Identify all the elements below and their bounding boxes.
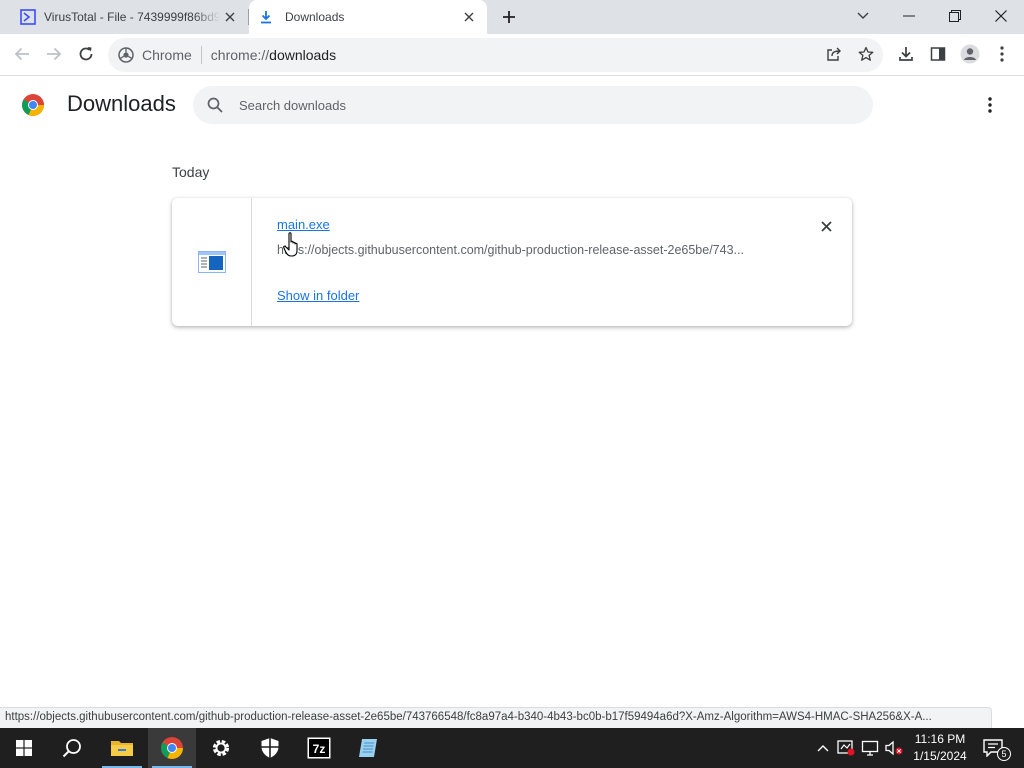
side-panel-icon: [930, 46, 946, 62]
back-arrow-icon: [14, 46, 30, 62]
share-button[interactable]: [819, 39, 849, 69]
clock-time: 11:16 PM: [914, 732, 966, 746]
security-alert-icon: [837, 740, 855, 756]
system-tray: 11:16 PM 1/15/2024 5: [0, 728, 1024, 768]
search-input[interactable]: [239, 97, 839, 113]
omnibox-divider: [200, 46, 202, 64]
tab-title: Downloads: [285, 10, 345, 24]
reload-button[interactable]: [71, 39, 101, 69]
chrome-logo-icon: [21, 93, 45, 117]
back-button[interactable]: [7, 39, 37, 69]
show-hidden-icons-button[interactable]: [813, 738, 833, 758]
new-tab-button[interactable]: [499, 7, 519, 27]
bookmark-button[interactable]: [851, 39, 881, 69]
forward-arrow-icon: [46, 46, 62, 62]
search-icon: [207, 97, 223, 113]
close-window-button[interactable]: [978, 0, 1024, 32]
notifications-icon: 5: [983, 739, 1011, 761]
close-tab-icon[interactable]: [222, 9, 238, 25]
tab-title: VirusTotal - File - 7439999f86bd9: [44, 10, 220, 24]
windows-taskbar: 7z 11:16 PM 1/15/2024 5: [0, 728, 1024, 768]
network-icon: [861, 740, 879, 756]
show-in-folder-link[interactable]: Show in folder: [277, 288, 359, 303]
downloads-menu-button[interactable]: [978, 93, 1002, 117]
downloads-header: Downloads: [0, 77, 1024, 133]
close-icon: [995, 10, 1007, 22]
download-icon: [898, 46, 914, 62]
link-status-bubble: https://objects.githubusercontent.com/gi…: [0, 707, 992, 728]
file-icon-area: [172, 198, 252, 326]
notification-count-badge: 5: [997, 747, 1011, 761]
close-icon: [820, 220, 832, 232]
minimize-button[interactable]: [886, 0, 932, 32]
chrome-menu-button[interactable]: [987, 39, 1017, 69]
page-title: Downloads: [67, 91, 176, 116]
url-host: downloads: [269, 47, 337, 63]
executable-file-icon: [197, 251, 226, 273]
chevron-up-icon: [817, 744, 829, 752]
side-panel-button[interactable]: [923, 39, 953, 69]
volume-tray-icon[interactable]: [884, 738, 904, 758]
download-item-card: main.exe https://objects.githubuserconte…: [172, 198, 852, 326]
tab-downloads[interactable]: Downloads: [249, 0, 487, 34]
more-vert-icon: [988, 97, 992, 113]
reload-icon: [78, 46, 94, 62]
url-scheme: chrome://: [210, 47, 270, 63]
chrome-site-icon: [118, 47, 134, 63]
volume-muted-icon: [884, 740, 904, 756]
forward-button[interactable]: [39, 39, 69, 69]
address-bar[interactable]: Chrome chrome://downloads: [108, 38, 883, 72]
chevron-down-icon: [857, 12, 869, 20]
download-favicon-icon: [259, 10, 273, 24]
more-vert-icon: [1000, 46, 1004, 62]
virustotal-favicon-icon: [20, 9, 36, 25]
restore-button[interactable]: [932, 0, 978, 32]
download-source-url: https://objects.githubusercontent.com/gi…: [277, 243, 744, 257]
minimize-icon: [903, 15, 915, 17]
hand-cursor-icon: [283, 232, 303, 258]
security-tray-icon[interactable]: [836, 738, 856, 758]
action-center-button[interactable]: 5: [982, 738, 1011, 761]
remove-from-list-button[interactable]: [816, 216, 836, 236]
downloads-button[interactable]: [891, 39, 921, 69]
restore-icon: [949, 10, 961, 22]
avatar-icon: [960, 44, 980, 64]
tab-strip: VirusTotal - File - 7439999f86bd9 Downlo…: [0, 0, 1024, 34]
tab-search-button[interactable]: [840, 0, 886, 32]
taskbar-clock[interactable]: 11:16 PM 1/15/2024: [910, 731, 970, 765]
search-downloads-box[interactable]: [193, 86, 873, 124]
site-label: Chrome: [142, 47, 192, 63]
network-tray-icon[interactable]: [860, 738, 880, 758]
share-icon: [826, 46, 842, 62]
tab-virustotal[interactable]: VirusTotal - File - 7439999f86bd9: [10, 0, 248, 34]
browser-toolbar: Chrome chrome://downloads: [0, 34, 1024, 76]
star-icon: [858, 46, 874, 62]
clock-date: 1/15/2024: [913, 749, 967, 763]
download-file-name-link[interactable]: main.exe: [277, 217, 330, 232]
profile-button[interactable]: [955, 39, 985, 69]
date-heading: Today: [172, 164, 210, 180]
close-tab-icon[interactable]: [461, 9, 477, 25]
